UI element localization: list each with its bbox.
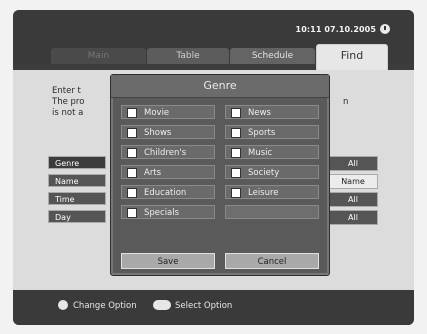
genre-option-movie[interactable]: Movie bbox=[121, 105, 215, 119]
option-label: News bbox=[248, 108, 271, 118]
option-label: Music bbox=[248, 148, 273, 158]
genre-dialog-title: Genre bbox=[111, 75, 329, 98]
criteria-label-genre[interactable]: Genre bbox=[48, 156, 106, 169]
info-text: Enter t The pro is not a bbox=[52, 86, 84, 119]
criteria-label-day[interactable]: Day bbox=[48, 210, 106, 223]
genre-dialog: Genre Movie Shows Children's Arts Educat… bbox=[110, 74, 330, 276]
option-label: Children's bbox=[144, 148, 187, 158]
top-bar: 10:11 07.10.2005 Main Table Schedule Fin… bbox=[13, 10, 414, 71]
genre-option-arts[interactable]: Arts bbox=[121, 165, 215, 179]
genre-option-childrens[interactable]: Children's bbox=[121, 145, 215, 159]
criteria-value-genre[interactable]: All bbox=[328, 156, 378, 171]
ok-button-icon bbox=[153, 300, 171, 310]
genre-option-music[interactable]: Music bbox=[225, 145, 319, 159]
hint-select-option-text: Select Option bbox=[175, 301, 233, 311]
genre-option-society[interactable]: Society bbox=[225, 165, 319, 179]
save-button[interactable]: Save bbox=[121, 253, 215, 269]
option-label: Sports bbox=[248, 128, 276, 138]
checkbox-icon[interactable] bbox=[127, 148, 137, 158]
info-line-2: The pro bbox=[52, 97, 85, 107]
criteria-label-time[interactable]: Time bbox=[48, 192, 106, 205]
genre-option-specials[interactable]: Specials bbox=[121, 205, 215, 219]
info-line-3: is not a bbox=[52, 108, 84, 118]
checkbox-icon[interactable] bbox=[127, 188, 137, 198]
option-label: Leisure bbox=[248, 188, 279, 198]
info-line-1: Enter t bbox=[52, 86, 81, 96]
option-label: Specials bbox=[144, 208, 180, 218]
checkbox-icon[interactable] bbox=[231, 188, 241, 198]
tab-schedule[interactable]: Schedule bbox=[230, 48, 315, 64]
option-label: Education bbox=[144, 188, 187, 198]
hint-change-option-text: Change Option bbox=[73, 301, 137, 311]
tab-table[interactable]: Table bbox=[147, 48, 229, 64]
criteria-value-name[interactable]: Name bbox=[328, 174, 378, 189]
option-label: Arts bbox=[144, 168, 162, 178]
criteria-value-day[interactable]: All bbox=[328, 210, 378, 225]
criteria-value-time[interactable]: All bbox=[328, 192, 378, 207]
checkbox-icon[interactable] bbox=[231, 148, 241, 158]
option-label: Society bbox=[248, 168, 280, 178]
option-label: Movie bbox=[144, 108, 170, 118]
genre-option-news[interactable]: News bbox=[225, 105, 319, 119]
tab-main[interactable]: Main bbox=[51, 48, 146, 64]
hint-change-option: Change Option bbox=[58, 300, 137, 311]
checkbox-icon[interactable] bbox=[127, 128, 137, 138]
clock: 10:11 07.10.2005 bbox=[296, 24, 390, 34]
criteria-label-name[interactable]: Name bbox=[48, 174, 106, 187]
hint-select-option: Select Option bbox=[153, 300, 232, 311]
checkbox-icon[interactable] bbox=[231, 168, 241, 178]
time-date: 10:11 07.10.2005 bbox=[295, 25, 376, 34]
info-tail: n bbox=[343, 97, 349, 107]
tab-find[interactable]: Find bbox=[316, 44, 388, 71]
checkbox-icon[interactable] bbox=[231, 128, 241, 138]
checkbox-icon[interactable] bbox=[231, 108, 241, 118]
clock-icon bbox=[380, 24, 390, 34]
checkbox-icon[interactable] bbox=[127, 168, 137, 178]
checkbox-icon[interactable] bbox=[127, 208, 137, 218]
genre-option-leisure[interactable]: Leisure bbox=[225, 185, 319, 199]
genre-option-sports[interactable]: Sports bbox=[225, 125, 319, 139]
genre-option-shows[interactable]: Shows bbox=[121, 125, 215, 139]
checkbox-icon[interactable] bbox=[127, 108, 137, 118]
navigate-icon bbox=[58, 300, 68, 310]
option-label: Shows bbox=[144, 128, 172, 138]
genre-option-empty-slot bbox=[225, 205, 319, 219]
genre-option-education[interactable]: Education bbox=[121, 185, 215, 199]
cancel-button[interactable]: Cancel bbox=[225, 253, 319, 269]
